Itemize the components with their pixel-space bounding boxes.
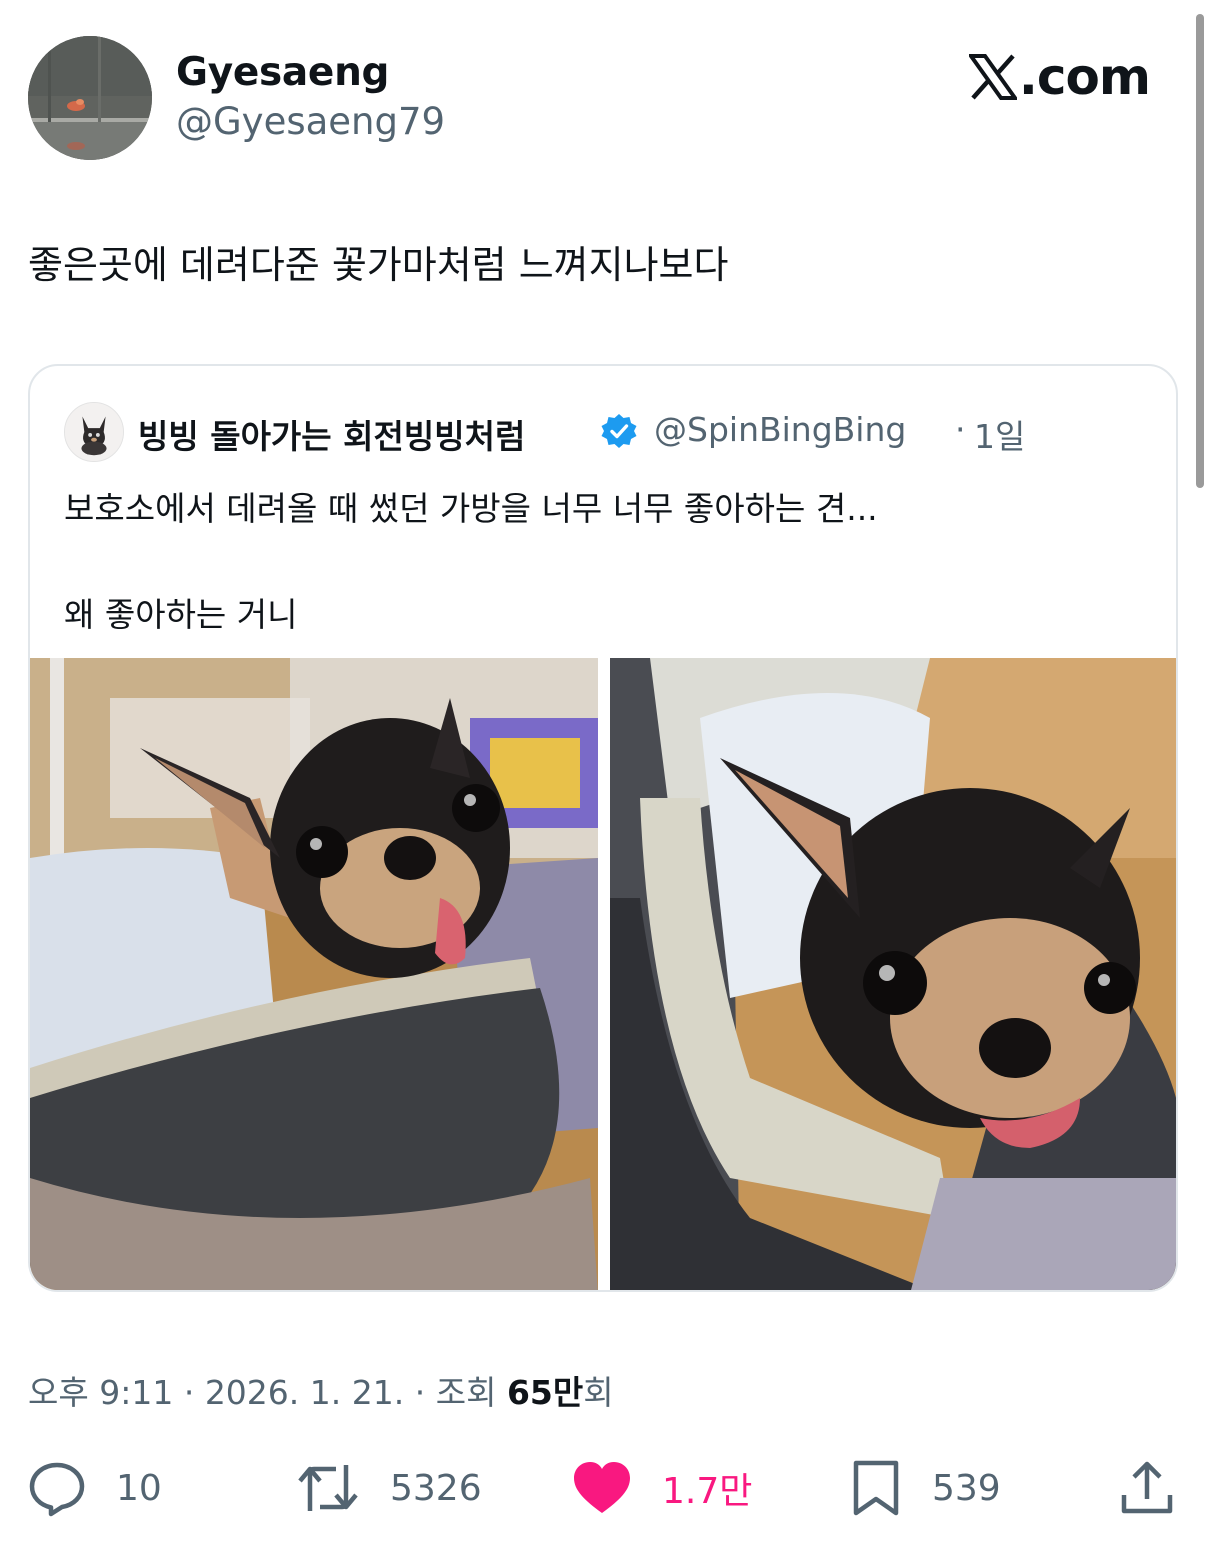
quoted-handle[interactable]: @SpinBingBing bbox=[654, 410, 906, 449]
tweet-time[interactable]: 오후 9:11 bbox=[28, 1373, 173, 1412]
meta-separator-1: · bbox=[173, 1373, 205, 1412]
quoted-tweet-card[interactable]: 빙빙 돌아가는 회전빙빙처럼 @SpinBingBing · 1일 보호소에서 … bbox=[28, 364, 1178, 1292]
quoted-author-avatar[interactable] bbox=[64, 402, 124, 462]
chihuahua-closeup-photo bbox=[610, 658, 1176, 1290]
author-handle[interactable]: @Gyesaeng79 bbox=[176, 100, 445, 143]
quoted-avatar-image bbox=[65, 403, 123, 461]
reply-count: 10 bbox=[116, 1467, 162, 1509]
tweet-text: 좋은곳에 데려다준 꽃가마처럼 느껴지나보다 bbox=[28, 243, 729, 287]
meta-separator-2: · bbox=[404, 1373, 436, 1412]
retweet-arrows-icon bbox=[298, 1465, 358, 1511]
quoted-photo-2[interactable] bbox=[610, 658, 1176, 1290]
bookmark-icon bbox=[853, 1460, 899, 1516]
author-display-name[interactable]: Gyesaeng bbox=[176, 50, 389, 95]
reply-button[interactable]: 10 bbox=[28, 1456, 162, 1520]
views-label: 조회 bbox=[435, 1373, 507, 1412]
tweet-date[interactable]: 2026. 1. 21. bbox=[205, 1373, 404, 1412]
quoted-photo-1[interactable] bbox=[30, 658, 598, 1290]
author-avatar-image bbox=[28, 36, 152, 160]
like-count: 1.7만 bbox=[662, 1471, 753, 1512]
chihuahua-in-bag-photo bbox=[30, 658, 598, 1290]
share-button[interactable] bbox=[1118, 1456, 1176, 1520]
quoted-text-line-2: 왜 좋아하는 거니 bbox=[64, 595, 298, 634]
quoted-timestamp[interactable]: 1일 bbox=[974, 410, 1025, 458]
scrollbar-thumb[interactable] bbox=[1196, 14, 1204, 488]
heart-filled-icon bbox=[574, 1462, 630, 1513]
share-upload-icon bbox=[1121, 1461, 1173, 1514]
author-avatar[interactable] bbox=[28, 36, 152, 160]
bookmark-count: 539 bbox=[932, 1467, 1001, 1509]
views-suffix: 회 bbox=[583, 1373, 614, 1412]
tweet-screenshot: Gyesaeng @Gyesaeng79 .com 좋은곳에 데려다준 꽃가마처… bbox=[0, 0, 1206, 1558]
brand-domain: .com bbox=[1018, 48, 1151, 106]
bookmark-button[interactable]: 539 bbox=[850, 1456, 1001, 1520]
quoted-display-name[interactable]: 빙빙 돌아가는 회전빙빙처럼 bbox=[138, 410, 525, 458]
retweet-count: 5326 bbox=[390, 1467, 482, 1509]
quoted-text-line-1: 보호소에서 데려올 때 썼던 가방을 너무 너무 좋아하는 견... bbox=[64, 489, 878, 528]
speech-bubble-icon bbox=[29, 1462, 85, 1517]
tweet-meta: 오후 9:11 · 2026. 1. 21. · 조회 65만회 bbox=[28, 1366, 614, 1414]
brand-watermark: .com bbox=[968, 48, 1151, 106]
verified-badge-icon bbox=[601, 414, 637, 448]
views-count: 65만 bbox=[506, 1373, 584, 1412]
retweet-button[interactable]: 5326 bbox=[296, 1456, 482, 1520]
action-bar: 10 5326 1.7만 539 bbox=[0, 1456, 1206, 1526]
quoted-separator: · bbox=[955, 410, 966, 449]
like-button[interactable]: 1.7만 bbox=[572, 1456, 752, 1520]
scrollbar[interactable] bbox=[1194, 14, 1206, 488]
x-logo-icon bbox=[968, 54, 1017, 100]
